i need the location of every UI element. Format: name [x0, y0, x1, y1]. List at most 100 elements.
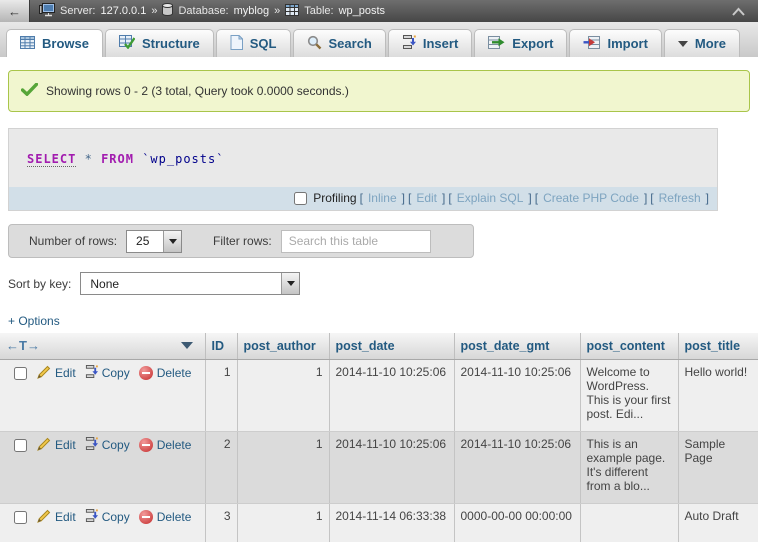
- select-dropdown-button: [163, 231, 181, 252]
- breadcrumb-database-label: Database:: [178, 5, 228, 17]
- bracket: ]: [402, 191, 405, 205]
- bracket: [: [650, 191, 653, 205]
- breadcrumb-table-link[interactable]: wp_posts: [339, 5, 385, 17]
- edit-label: Edit: [55, 510, 76, 524]
- cell-post-title[interactable]: Hello world!: [678, 359, 758, 431]
- cell-post-title[interactable]: Sample Page: [678, 431, 758, 503]
- row-actions-cell: Edit Copy Delete: [0, 431, 205, 503]
- edit-row-link[interactable]: Edit: [37, 509, 76, 526]
- bracket: ]: [706, 191, 709, 205]
- breadcrumb-database-link[interactable]: myblog: [234, 5, 269, 17]
- tab-browse[interactable]: Browse: [6, 29, 103, 57]
- column-actions-header: ←T→: [0, 333, 205, 359]
- cell-post-content[interactable]: Welcome to WordPress. This is your first…: [580, 359, 678, 431]
- sql-table-ref: `wp_posts`: [142, 152, 224, 166]
- tab-label: Browse: [42, 36, 89, 51]
- row-select-checkbox[interactable]: [14, 439, 27, 452]
- tab-import[interactable]: Import: [569, 29, 661, 57]
- column-header-post-content[interactable]: post_content: [580, 333, 678, 359]
- explain-sql-link[interactable]: Explain SQL: [457, 191, 524, 205]
- number-of-rows-label: Number of rows:: [29, 234, 117, 248]
- cell-post-title[interactable]: Auto Draft: [678, 503, 758, 542]
- sort-by-key-select[interactable]: None: [80, 272, 300, 295]
- column-header-post-date-gmt[interactable]: post_date_gmt: [454, 333, 580, 359]
- delete-icon: [139, 366, 153, 380]
- with-selected-dropdown-icon[interactable]: [181, 342, 193, 349]
- cell-post-author[interactable]: 1: [237, 503, 329, 542]
- create-php-code-link[interactable]: Create PHP Code: [543, 191, 639, 205]
- rows-filter-panel: Number of rows: 25 Filter rows:: [8, 224, 474, 258]
- cell-post-date-gmt[interactable]: 2014-11-10 10:25:06: [454, 431, 580, 503]
- edit-query-link[interactable]: Edit: [416, 191, 437, 205]
- edit-label: Edit: [55, 366, 76, 380]
- edit-row-link[interactable]: Edit: [37, 437, 76, 454]
- tab-search[interactable]: Search: [293, 29, 386, 57]
- copy-row-link[interactable]: Copy: [85, 365, 130, 381]
- breadcrumb-server-link[interactable]: 127.0.0.1: [100, 5, 146, 17]
- cell-id[interactable]: 1: [205, 359, 237, 431]
- row-select-checkbox[interactable]: [14, 511, 27, 524]
- bracket: [: [408, 191, 411, 205]
- tab-structure[interactable]: Structure: [105, 29, 214, 57]
- pencil-icon: [37, 437, 51, 454]
- tab-insert[interactable]: Insert: [388, 29, 472, 57]
- tab-sql[interactable]: SQL: [216, 29, 291, 57]
- tab-more[interactable]: More: [664, 29, 740, 57]
- row-actions-cell: Edit Copy Delete: [0, 359, 205, 431]
- server-breadcrumb-bar: ← Server: 127.0.0.1 » Database: myblog »…: [0, 0, 758, 22]
- sort-by-key-row: Sort by key: None: [8, 272, 758, 295]
- copy-label: Copy: [102, 438, 130, 452]
- copy-row-link[interactable]: Copy: [85, 437, 130, 453]
- row-select-checkbox[interactable]: [14, 367, 27, 380]
- pencil-icon: [37, 509, 51, 526]
- back-button[interactable]: ←: [0, 0, 30, 22]
- sql-star: *: [85, 152, 93, 166]
- results-table: ←T→ ID post_author post_date post_date_g…: [0, 333, 758, 542]
- breadcrumb: Server: 127.0.0.1 » Database: myblog » T…: [30, 3, 385, 20]
- number-of-rows-select[interactable]: 25: [126, 230, 182, 253]
- cell-post-author[interactable]: 1: [237, 431, 329, 503]
- tab-export[interactable]: Export: [474, 29, 567, 57]
- tab-label: Structure: [142, 36, 200, 51]
- filter-rows-input[interactable]: [281, 230, 431, 253]
- breadcrumb-server-label: Server:: [60, 5, 95, 17]
- profiling-checkbox[interactable]: [294, 192, 307, 205]
- delete-label: Delete: [157, 438, 192, 452]
- cell-post-content[interactable]: [580, 503, 678, 542]
- cell-post-content[interactable]: This is an example page. It's different …: [580, 431, 678, 503]
- copy-row-link[interactable]: Copy: [85, 509, 130, 525]
- database-icon: [162, 3, 173, 19]
- column-header-post-title[interactable]: post_title: [678, 333, 758, 359]
- delete-row-link[interactable]: Delete: [139, 438, 192, 452]
- delete-row-link[interactable]: Delete: [139, 366, 192, 380]
- cell-id[interactable]: 2: [205, 431, 237, 503]
- table-icon: [285, 4, 299, 19]
- tab-label: Import: [607, 36, 647, 51]
- cell-id[interactable]: 3: [205, 503, 237, 542]
- cell-post-date[interactable]: 2014-11-10 10:25:06: [329, 359, 454, 431]
- table-row: Edit Copy Delete 3 1 2014-11-14 06:33:38…: [0, 503, 758, 542]
- cell-post-date[interactable]: 2014-11-10 10:25:06: [329, 431, 454, 503]
- inline-edit-link[interactable]: Inline: [368, 191, 397, 205]
- cell-post-date[interactable]: 2014-11-14 06:33:38: [329, 503, 454, 542]
- cell-post-date-gmt[interactable]: 0000-00-00 00:00:00: [454, 503, 580, 542]
- refresh-link[interactable]: Refresh: [659, 191, 701, 205]
- table-tab-bar: Browse Structure SQL Search Insert Expor…: [0, 22, 758, 57]
- tab-label: Insert: [423, 36, 458, 51]
- collapse-panel-icon[interactable]: [731, 7, 758, 16]
- options-toggle-link[interactable]: + Options: [8, 314, 60, 328]
- edit-row-link[interactable]: Edit: [37, 365, 76, 382]
- sql-keyword-from: FROM: [101, 152, 134, 166]
- delete-row-link[interactable]: Delete: [139, 510, 192, 524]
- copy-icon: [85, 365, 98, 381]
- column-header-post-author[interactable]: post_author: [237, 333, 329, 359]
- column-header-id[interactable]: ID: [205, 333, 237, 359]
- chevron-down-icon: [678, 41, 688, 47]
- cell-post-author[interactable]: 1: [237, 359, 329, 431]
- column-header-post-date[interactable]: post_date: [329, 333, 454, 359]
- column-reorder-widget[interactable]: ←T→: [6, 338, 40, 353]
- query-options-strip: Profiling [Inline] [Edit] [Explain SQL] …: [9, 187, 717, 210]
- edit-label: Edit: [55, 438, 76, 452]
- breadcrumb-table-label: Table:: [304, 5, 333, 17]
- cell-post-date-gmt[interactable]: 2014-11-10 10:25:06: [454, 359, 580, 431]
